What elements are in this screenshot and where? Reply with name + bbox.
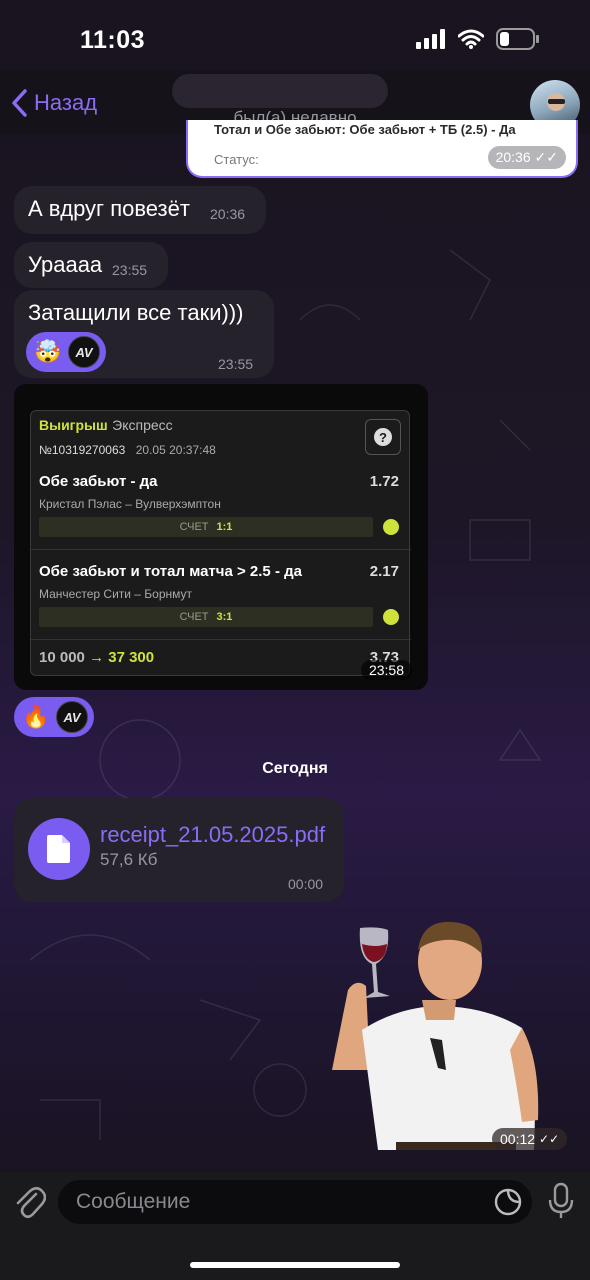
file-message[interactable]: receipt_21.05.2025.pdf 57,6 Кб 00:00 xyxy=(14,798,344,902)
message-time: 00:00 xyxy=(288,876,324,892)
message-time: 00:12 ✓✓ xyxy=(492,1128,568,1150)
file-size: 57,6 Кб xyxy=(100,850,158,869)
attach-icon[interactable] xyxy=(14,1184,46,1220)
message-composer: Сообщение xyxy=(0,1172,590,1280)
file-download-button[interactable] xyxy=(28,818,90,880)
message-text: А вдруг повезёт xyxy=(28,196,190,221)
divider xyxy=(31,549,411,550)
pick-teams: Кристал Пэлас – Вулверхэмптон xyxy=(39,497,221,511)
question-icon: ? xyxy=(374,428,392,446)
pick-odd: 1.72 xyxy=(369,473,399,490)
reactor-avatar: AV xyxy=(68,336,100,368)
arrow-right-icon: → xyxy=(89,649,105,666)
contact-name-redacted[interactable] xyxy=(172,74,388,108)
microphone-icon[interactable] xyxy=(548,1182,574,1220)
question-icon-char: ? xyxy=(379,430,387,445)
status-bar: 11:03 xyxy=(0,0,590,80)
file-name[interactable]: receipt_21.05.2025.pdf xyxy=(100,822,325,848)
pick-title: Обе забьют - да xyxy=(39,473,158,490)
payout: 37 300 xyxy=(108,649,155,666)
bet-date: 20.05 20:37:48 xyxy=(135,443,216,457)
message-input-placeholder: Сообщение xyxy=(76,1190,191,1213)
score-label: СЧЕТ xyxy=(179,521,209,533)
bet-totals: 10 000 → 37 300 xyxy=(39,649,154,666)
message-text: Затащили все таки))) xyxy=(28,300,244,325)
divider xyxy=(31,639,411,640)
message-time-text: 20:36 xyxy=(495,149,531,165)
pick-teams: Манчестер Сити – Борнмут xyxy=(39,587,193,601)
incoming-message[interactable]: Затащили все таки))) 🤯 AV 23:55 xyxy=(14,290,274,378)
double-check-icon: ✓✓ xyxy=(534,149,558,165)
home-indicator xyxy=(190,1262,400,1268)
pick-title: Обе забьют и тотал матча > 2.5 - да xyxy=(39,563,302,580)
score-value: 3:1 xyxy=(216,611,233,623)
message-time: 23:55 xyxy=(112,262,148,278)
stake: 10 000 xyxy=(39,649,85,666)
reactor-avatar: AV xyxy=(56,701,88,733)
message-text: Урaaaa xyxy=(28,252,103,277)
status-icons xyxy=(416,28,540,50)
message-time: 23:58 xyxy=(360,660,412,680)
bet-slip-card: Выигрыш Экспресс №10319270063 20.05 20:3… xyxy=(30,410,411,676)
message-time: 20:36 ✓✓ xyxy=(487,146,566,169)
score-value: 1:1 xyxy=(216,521,233,533)
pick-score: СЧЕТ 3:1 xyxy=(39,607,373,627)
sticker-icon[interactable] xyxy=(494,1188,522,1216)
reaction-pill[interactable]: 🤯 AV xyxy=(26,332,106,372)
score-label: СЧЕТ xyxy=(179,611,209,623)
battery-icon xyxy=(496,28,539,50)
football-icon xyxy=(383,519,399,535)
help-button: ? xyxy=(365,419,401,455)
bet-status-label: Статус: xyxy=(214,152,259,167)
signal-icon xyxy=(416,29,445,49)
message-input[interactable]: Сообщение xyxy=(58,1180,532,1224)
bet-line-text: Тотал и Обе забьют: Обе забьют + ТБ (2.5… xyxy=(214,122,516,137)
bet-number: №10319270063 xyxy=(39,443,126,457)
bet-header: Выигрыш Экспресс xyxy=(39,417,173,435)
previous-message-bubble[interactable]: Тотал и Обе забьют: Обе забьют + ТБ (2.5… xyxy=(186,120,578,178)
incoming-message[interactable]: А вдруг повезёт 20:36 xyxy=(14,186,266,234)
document-icon xyxy=(47,835,70,863)
sticker-man-raising-glass[interactable] xyxy=(326,920,572,1158)
message-time-text: 00:12 xyxy=(500,1131,536,1147)
date-divider: Сегодня xyxy=(262,760,328,777)
fire-emoji: 🔥 xyxy=(22,704,50,729)
wifi-icon xyxy=(458,29,484,49)
reaction-pill[interactable]: 🔥 AV xyxy=(14,697,94,737)
express-label: Экспресс xyxy=(112,417,173,433)
bet-slip-image[interactable]: Выигрыш Экспресс №10319270063 20.05 20:3… xyxy=(14,384,428,690)
exploding-head-emoji: 🤯 xyxy=(34,339,62,364)
status-time: 11:03 xyxy=(80,26,146,54)
double-check-icon: ✓✓ xyxy=(539,1132,560,1146)
pick-score: СЧЕТ 1:1 xyxy=(39,517,373,537)
pick-odd: 2.17 xyxy=(369,563,399,580)
football-icon xyxy=(383,609,399,625)
message-time: 20:36 xyxy=(210,206,246,222)
incoming-message[interactable]: Урaaaa 23:55 xyxy=(14,242,168,288)
message-time: 23:55 xyxy=(218,356,254,372)
bet-meta: №10319270063 20.05 20:37:48 xyxy=(39,441,216,459)
win-label: Выигрыш xyxy=(39,417,108,433)
